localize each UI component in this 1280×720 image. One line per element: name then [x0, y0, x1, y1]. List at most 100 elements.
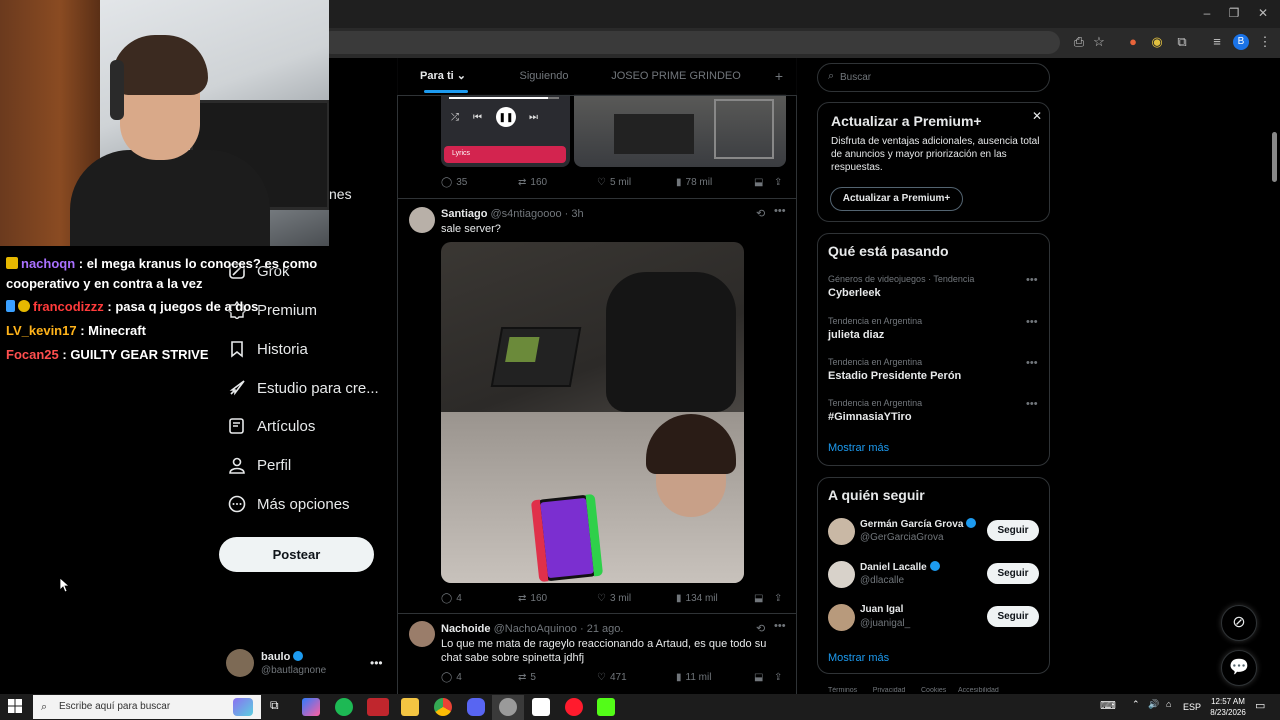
reply-button[interactable]: ◯ 35 — [441, 177, 467, 188]
capcut-icon[interactable] — [532, 698, 550, 716]
post-image[interactable] — [574, 94, 786, 167]
post-image[interactable] — [441, 242, 744, 583]
avatar[interactable] — [828, 518, 855, 545]
music-player-card[interactable]: ⤮ ⏮ ❚❚ ⏭ Lyrics — [441, 94, 570, 167]
post-handle[interactable]: @NachoAquinoo — [494, 623, 577, 635]
follow-name[interactable]: Juan Igal — [860, 604, 903, 615]
share-icon[interactable]: ⇪ — [774, 593, 782, 604]
post-more-icon[interactable]: ••• — [774, 205, 786, 217]
follow-button[interactable]: Seguir — [987, 520, 1039, 541]
spotify-icon[interactable] — [335, 698, 353, 716]
follow-button[interactable]: Seguir — [987, 563, 1039, 584]
follow-suggestion[interactable]: Germán García Grova @GerGarciaGrova Segu… — [818, 515, 1049, 555]
bookmark-star-icon[interactable]: ☆ — [1090, 33, 1108, 51]
timeline[interactable]: ⤮ ⏮ ❚❚ ⏭ Lyrics ◯ 35 ⇄ 160 ♡ 5 mil ▮ 78 mil … — [397, 58, 797, 694]
install-icon[interactable]: ⎙ — [1070, 33, 1088, 51]
follow-show-more-link[interactable]: Mostrar más — [828, 652, 889, 664]
media-control-icon[interactable]: ≡ — [1208, 33, 1226, 51]
trend-more-icon[interactable]: ••• — [1026, 357, 1038, 369]
kick-icon[interactable] — [597, 698, 615, 716]
sidebar-item-mas-opciones[interactable]: Más opciones — [228, 491, 350, 517]
follow-suggestion[interactable]: Juan Igal @juanigal_ Seguir — [818, 601, 1049, 641]
task-view-icon[interactable]: ⧉ — [270, 698, 288, 716]
trend-item[interactable]: Tendencia en Argentina #GimnasiaYTiro ••… — [818, 394, 1049, 435]
notification-icon[interactable]: ▭ — [1255, 699, 1265, 712]
pause-icon[interactable]: ❚❚ — [496, 107, 516, 127]
views-button[interactable]: ▮ 134 mil — [676, 593, 718, 604]
follow-name[interactable]: Germán García Grova — [860, 518, 977, 530]
minimize-button[interactable]: – — [1198, 6, 1216, 22]
post-author[interactable]: Santiago — [441, 208, 487, 220]
search-input[interactable]: ⌕ Buscar — [817, 63, 1050, 92]
close-icon[interactable]: ✕ — [1032, 109, 1042, 123]
profile-avatar[interactable]: B — [1233, 34, 1249, 50]
maximize-button[interactable]: ❐ — [1225, 6, 1243, 22]
windows-start-icon[interactable] — [8, 699, 22, 718]
repost-button[interactable]: ⇄ 160 — [518, 593, 547, 604]
bookmark-button[interactable]: ⬓ — [754, 672, 763, 683]
footer-link[interactable]: Cookies — [921, 687, 946, 694]
footer-link[interactable]: Accesibilidad — [958, 687, 999, 694]
repost-button[interactable]: ⇄ 5 — [518, 672, 536, 683]
sidebar-item-perfil[interactable]: Perfil — [228, 452, 291, 478]
close-window-button[interactable]: ✕ — [1254, 6, 1272, 22]
opera-icon[interactable] — [565, 698, 583, 716]
add-tab-icon[interactable]: + — [769, 58, 789, 96]
tab-joseo-prime-grindeo[interactable]: JOSEO PRIME GRINDEO — [611, 58, 741, 96]
sidebar-item-estudio[interactable]: Estudio para cre... — [228, 375, 379, 401]
grok-icon[interactable]: ⟲ — [756, 622, 765, 635]
follow-button[interactable]: Seguir — [987, 606, 1039, 627]
post-handle[interactable]: @s4ntiagoooo — [491, 208, 562, 220]
scrollbar-thumb[interactable] — [1272, 132, 1277, 182]
taskbar-search-input[interactable]: ⌕ Escribe aquí para buscar — [33, 695, 261, 719]
avatar[interactable] — [226, 649, 254, 677]
next-icon[interactable]: ⏭ — [529, 112, 538, 123]
avatar[interactable] — [828, 604, 855, 631]
avatar[interactable] — [409, 621, 435, 647]
bookmark-button[interactable]: ⬓ — [754, 177, 763, 188]
grok-floating-button[interactable]: ⊘ — [1221, 605, 1257, 641]
obs-icon[interactable] — [499, 698, 517, 716]
progress-bar[interactable] — [449, 97, 559, 99]
voicemeeter-icon[interactable] — [367, 698, 389, 716]
repost-button[interactable]: ⇄ 160 — [518, 177, 547, 188]
share-icon[interactable]: ⇪ — [774, 177, 782, 188]
reply-button[interactable]: ◯ 4 — [441, 672, 462, 683]
sidebar-item-articulos[interactable]: Artículos — [228, 413, 315, 439]
bookmark-button[interactable]: ⬓ — [754, 593, 763, 604]
shuffle-icon[interactable]: ⤮ — [451, 112, 459, 123]
follow-suggestion[interactable]: Daniel Lacalle @dlacalle Seguir — [818, 558, 1049, 598]
extensions-puzzle-icon[interactable]: ⧉ — [1173, 33, 1191, 51]
post-author[interactable]: Nachoide — [441, 623, 491, 635]
views-button[interactable]: ▮ 11 mil — [676, 672, 711, 683]
like-button[interactable]: ♡ 3 mil — [597, 593, 631, 604]
lyrics-bar[interactable]: Lyrics — [444, 146, 566, 163]
post-button[interactable]: Postear — [219, 537, 374, 572]
trend-more-icon[interactable]: ••• — [1026, 316, 1038, 328]
messages-floating-button[interactable]: 💬 — [1221, 650, 1257, 686]
sidebar-item-historia[interactable]: Historia — [228, 336, 308, 362]
trend-more-icon[interactable]: ••• — [1026, 398, 1038, 410]
extension-icon[interactable]: ● — [1124, 33, 1142, 51]
post-more-icon[interactable]: ••• — [774, 620, 786, 632]
like-button[interactable]: ♡ 471 — [597, 672, 627, 683]
tab-siguiendo[interactable]: Siguiendo — [509, 58, 579, 96]
extension-icon[interactable]: ◉ — [1148, 33, 1166, 51]
avatar[interactable] — [828, 561, 855, 588]
volume-icon[interactable]: 🔊 — [1148, 699, 1159, 710]
account-menu[interactable]: baulo — [261, 651, 304, 663]
trend-item[interactable]: Géneros de videojuegos · Tendencia Cyber… — [818, 270, 1049, 311]
network-icon[interactable]: ⌂ — [1166, 699, 1171, 709]
views-button[interactable]: ▮ 78 mil — [676, 177, 712, 188]
avatar[interactable] — [409, 207, 435, 233]
browser-menu-icon[interactable]: ⋮ — [1256, 33, 1274, 51]
grok-icon[interactable]: ⟲ — [756, 207, 765, 220]
premium-upgrade-button[interactable]: Actualizar a Premium+ — [830, 187, 963, 211]
like-button[interactable]: ♡ 5 mil — [597, 177, 631, 188]
follow-name[interactable]: Daniel Lacalle — [860, 561, 940, 573]
trend-item[interactable]: Tendencia en Argentina julieta diaz ••• — [818, 312, 1049, 353]
reply-button[interactable]: ◯ 4 — [441, 593, 462, 604]
keyboard-icon[interactable]: ⌨ — [1100, 699, 1116, 712]
post-time[interactable]: 21 ago. — [587, 623, 624, 635]
copilot-icon[interactable] — [302, 698, 320, 716]
